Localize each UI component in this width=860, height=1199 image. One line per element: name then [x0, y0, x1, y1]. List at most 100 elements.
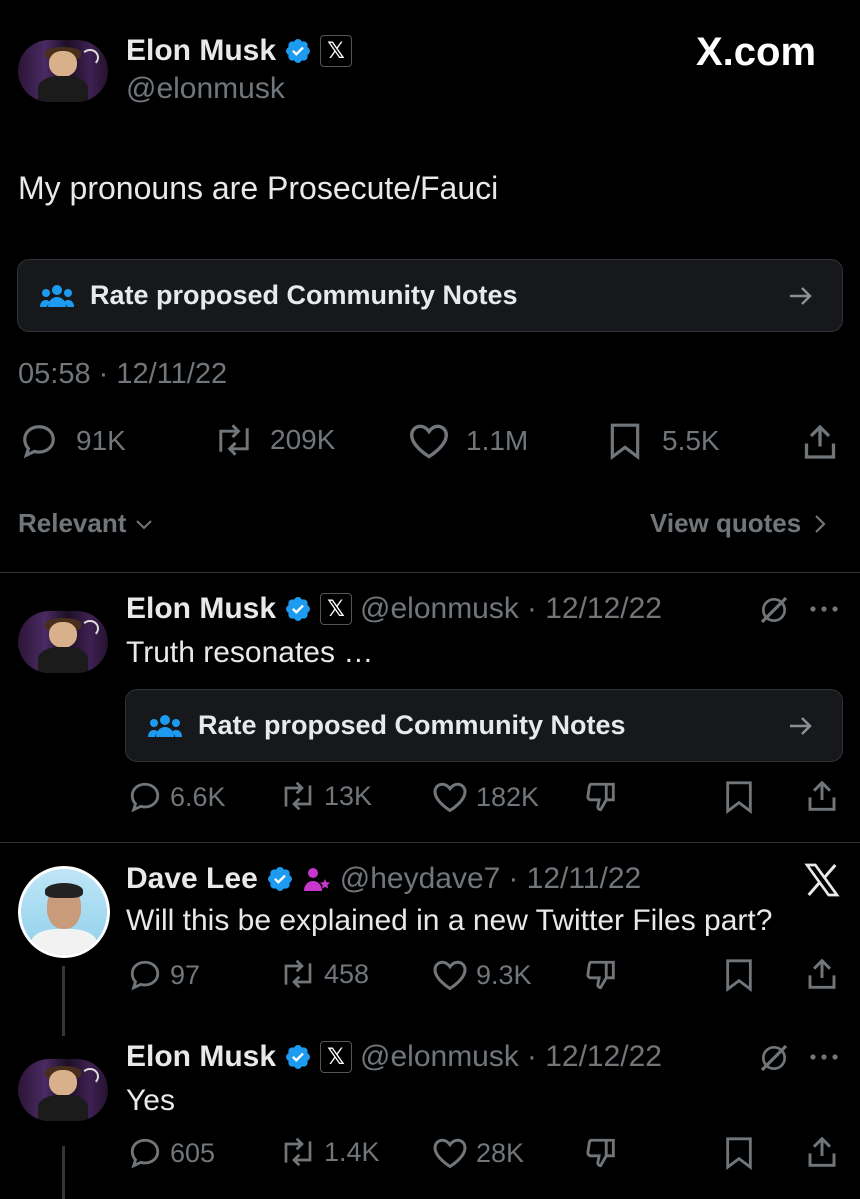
x-logo-icon[interactable] — [802, 860, 842, 900]
tweet-text: My pronouns are Prosecute/Fauci — [18, 170, 499, 206]
rate-community-notes-button[interactable]: Rate proposed Community Notes — [125, 689, 843, 762]
reply-count: 91K — [76, 425, 126, 456]
like-button[interactable]: 28K — [432, 1136, 524, 1170]
chevron-down-icon — [134, 517, 154, 531]
dislike-button[interactable] — [584, 958, 620, 992]
repost-count: 458 — [324, 958, 370, 989]
dislike-icon — [584, 1136, 620, 1170]
like-button[interactable]: 9.3K — [432, 958, 532, 992]
repost-icon — [278, 780, 318, 812]
reply-icon — [20, 422, 58, 460]
author-handle[interactable]: @elonmusk — [360, 1040, 519, 1074]
reply-count: 6.6K — [170, 781, 226, 812]
like-icon — [432, 958, 468, 992]
grok-icon[interactable] — [758, 594, 790, 626]
like-icon — [432, 780, 468, 814]
reply-icon — [128, 1136, 162, 1170]
more-icon[interactable] — [808, 1052, 840, 1062]
dislike-button[interactable] — [584, 1136, 620, 1170]
reply-button[interactable]: 605 — [128, 1136, 215, 1170]
view-quotes-link[interactable]: View quotes — [650, 508, 827, 539]
share-button[interactable] — [806, 1134, 838, 1170]
repost-count: 1.4K — [324, 1136, 380, 1167]
share-icon — [806, 956, 838, 992]
author-name[interactable]: Elon Musk — [126, 592, 276, 626]
repost-button[interactable]: 1.4K — [278, 1136, 380, 1168]
repost-icon — [278, 1136, 318, 1168]
share-icon — [806, 1134, 838, 1170]
verified-icon — [284, 37, 312, 65]
bookmark-icon — [724, 958, 754, 992]
divider — [0, 572, 860, 573]
repost-button[interactable]: 458 — [278, 958, 369, 990]
chevron-right-icon — [813, 513, 827, 535]
sort-dropdown[interactable]: Relevant — [18, 508, 154, 539]
bookmark-button[interactable] — [724, 1136, 754, 1170]
verified-icon — [284, 595, 312, 623]
community-notes-label: Rate proposed Community Notes — [90, 280, 518, 310]
more-icon[interactable] — [808, 604, 840, 614]
community-notes-icon — [40, 283, 74, 309]
like-button[interactable]: 1.1M — [408, 422, 528, 460]
share-button[interactable] — [806, 956, 838, 992]
avatar[interactable] — [18, 611, 108, 673]
author-handle[interactable]: @heydave7 — [340, 862, 501, 896]
reply-button[interactable]: 91K — [20, 422, 126, 460]
reply-date[interactable]: · 12/12/22 — [527, 592, 662, 626]
like-count: 28K — [476, 1137, 525, 1168]
author-name[interactable]: Dave Lee — [126, 862, 258, 896]
subscription-icon — [302, 865, 332, 893]
avatar[interactable] — [18, 866, 110, 958]
like-count: 1.1M — [466, 425, 529, 456]
timestamp[interactable]: 05:58 · 12/11/22 — [18, 358, 227, 391]
author-handle[interactable]: @elonmusk — [360, 592, 519, 626]
reply-button[interactable]: 97 — [128, 958, 200, 992]
repost-icon — [278, 958, 318, 990]
thread-line — [62, 1146, 65, 1199]
bookmark-button[interactable] — [724, 958, 754, 992]
reply-date[interactable]: · 12/12/22 — [527, 1040, 662, 1074]
repost-count: 209K — [270, 424, 336, 455]
reply-date[interactable]: · 12/11/22 — [508, 862, 641, 896]
arrow-right-icon — [788, 715, 814, 737]
divider — [0, 842, 860, 843]
author-name[interactable]: Elon Musk — [126, 34, 276, 68]
grok-icon[interactable] — [758, 1042, 790, 1074]
reply-header: Elon Musk 𝕏 @elonmusk · 12/12/22 — [126, 592, 662, 626]
reply-icon — [128, 780, 162, 814]
reply-button[interactable]: 6.6K — [128, 780, 226, 814]
community-notes-label: Rate proposed Community Notes — [198, 710, 626, 740]
avatar[interactable] — [18, 40, 108, 102]
bookmark-button[interactable]: 5.5K — [608, 422, 720, 460]
like-icon — [408, 422, 450, 460]
view-quotes-label: View quotes — [650, 508, 802, 538]
like-button[interactable]: 182K — [432, 780, 539, 814]
author-handle[interactable]: @elonmusk — [126, 72, 285, 106]
share-button[interactable] — [802, 422, 838, 462]
x-logo-icon: 𝕏 — [320, 35, 353, 67]
repost-button[interactable]: 209K — [212, 422, 335, 458]
reply-header: Dave Lee @heydave7 · 12/11/22 — [126, 862, 641, 896]
bookmark-count: 5.5K — [662, 425, 720, 456]
share-icon — [806, 778, 838, 814]
reply-count: 605 — [170, 1137, 216, 1168]
bookmark-button[interactable] — [724, 780, 754, 814]
community-notes-icon — [148, 713, 182, 739]
repost-count: 13K — [324, 780, 373, 811]
share-icon — [802, 422, 838, 462]
share-button[interactable] — [806, 778, 838, 814]
reply-count: 97 — [170, 959, 201, 990]
like-count: 182K — [476, 781, 540, 812]
repost-button[interactable]: 13K — [278, 780, 372, 812]
avatar[interactable] — [18, 1059, 108, 1121]
sort-label: Relevant — [18, 508, 127, 538]
author-name[interactable]: Elon Musk — [126, 1040, 276, 1074]
repost-icon — [212, 422, 256, 458]
rate-community-notes-button[interactable]: Rate proposed Community Notes — [17, 259, 843, 332]
reply-header: Elon Musk 𝕏 @elonmusk · 12/12/22 — [126, 1040, 662, 1074]
like-count: 9.3K — [476, 959, 532, 990]
bookmark-icon — [724, 1136, 754, 1170]
reply-text: Yes — [126, 1084, 175, 1117]
dislike-button[interactable] — [584, 780, 620, 814]
thread-line — [62, 966, 65, 1036]
